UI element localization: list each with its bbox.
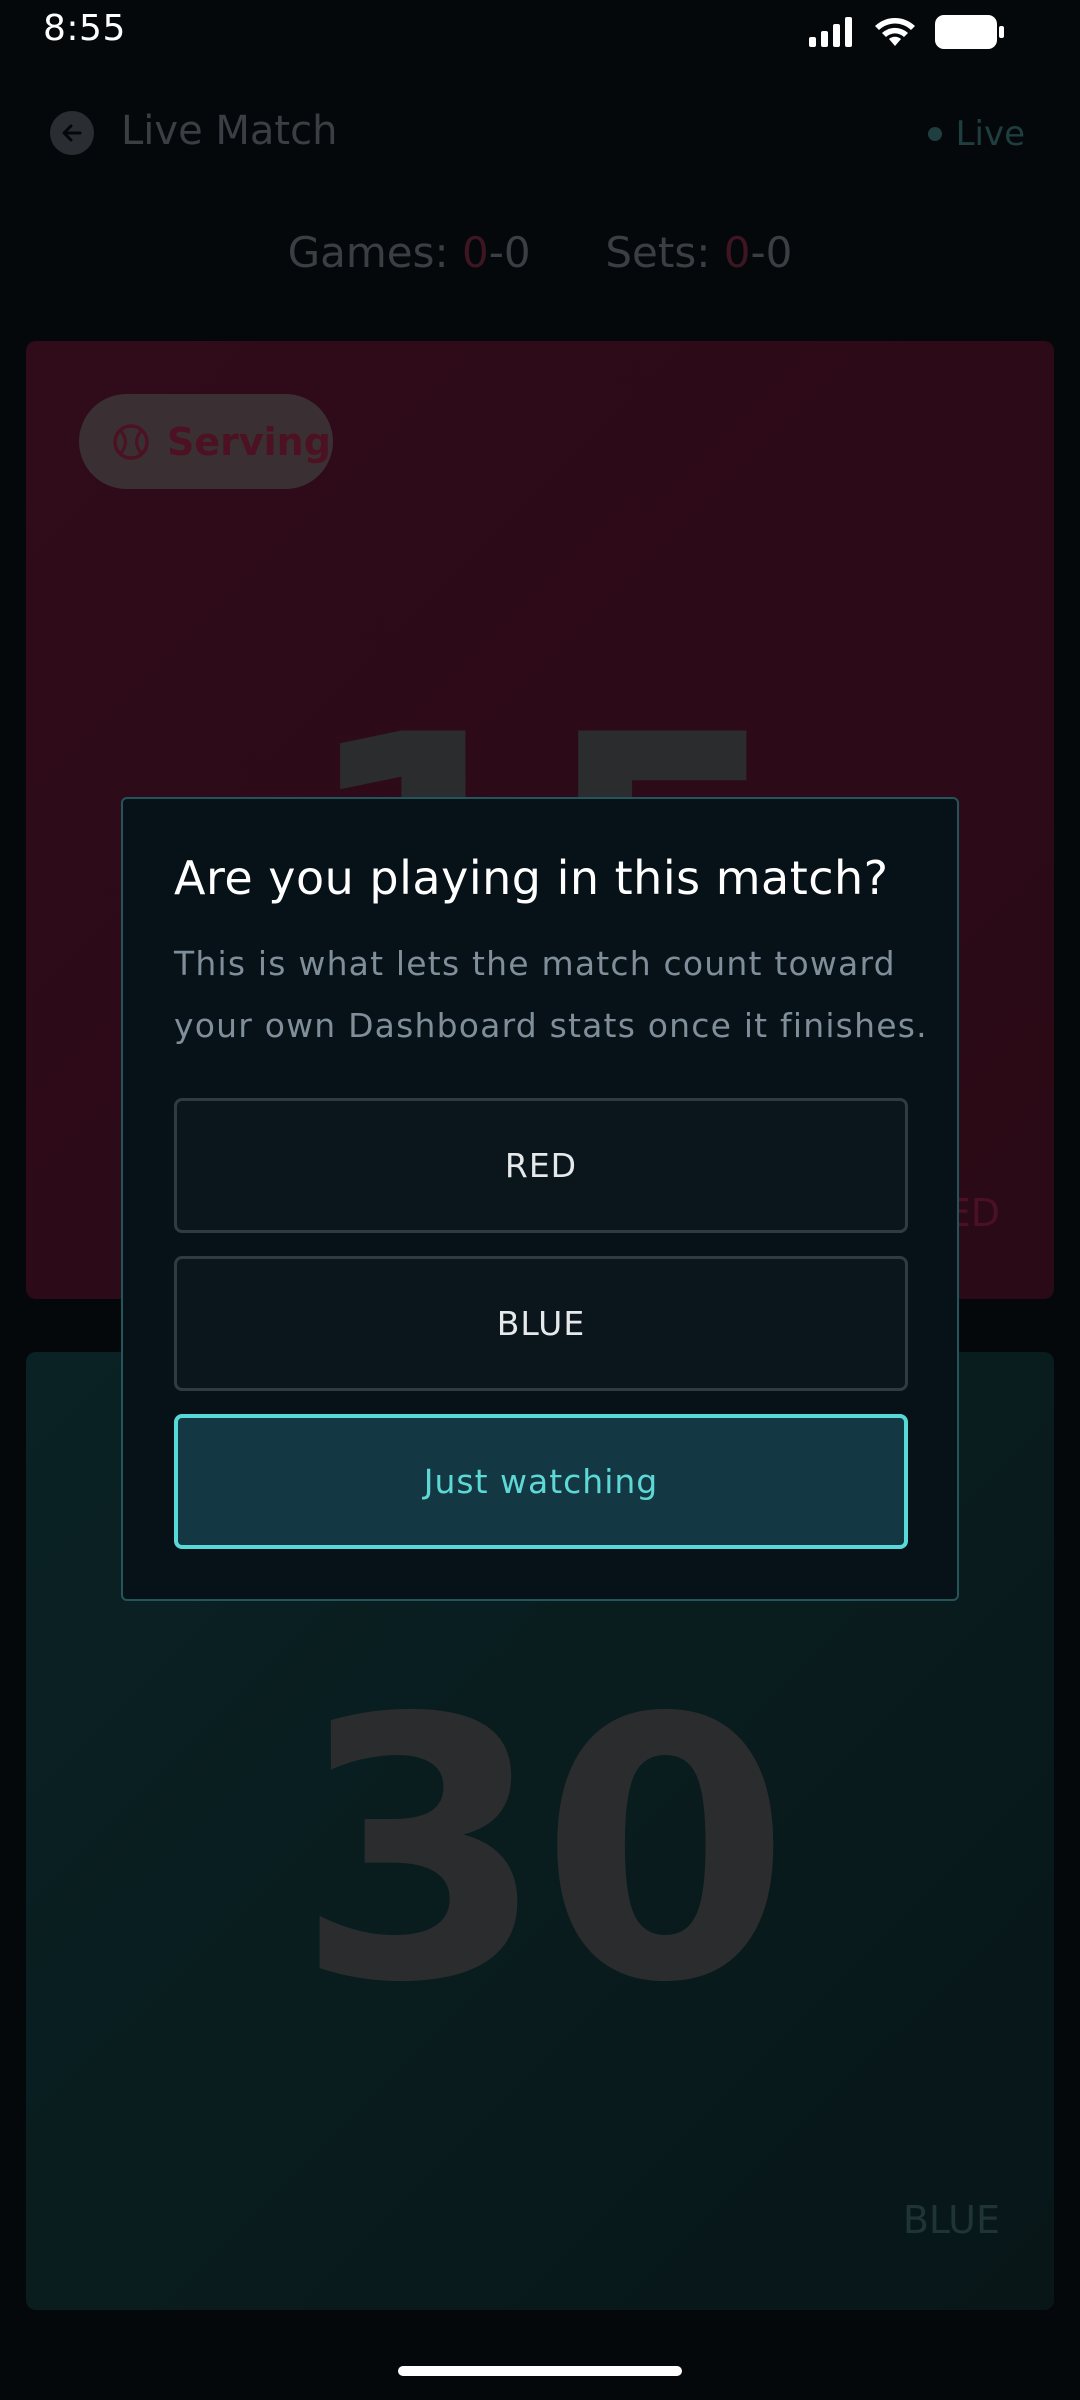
games-label: Games: — [287, 228, 449, 277]
tennis-ball-icon — [113, 423, 149, 460]
dialog-body: This is what lets the match count toward… — [174, 944, 928, 1045]
live-label: Live — [955, 114, 1025, 154]
games-blue: -0 — [488, 228, 531, 277]
blue-option-button[interactable]: BLUE — [174, 1256, 908, 1391]
serving-badge: Serving — [79, 394, 333, 489]
red-option-button[interactable]: RED — [174, 1098, 908, 1233]
blue-team-tag: BLUE — [902, 2198, 1000, 2242]
back-button[interactable] — [50, 111, 94, 155]
page-title: Live Match — [121, 108, 338, 154]
dialog-title: Are you playing in this match? — [174, 851, 889, 905]
sets-label: Sets: — [605, 228, 711, 277]
serving-label: Serving — [167, 419, 331, 464]
just-watching-button[interactable]: Just watching — [174, 1414, 908, 1549]
sets-blue: -0 — [750, 228, 793, 277]
blue-point-score: 30 — [295, 1642, 791, 2061]
arrow-left-icon — [62, 124, 82, 142]
scoreline: Games: 0-0 Sets: 0-0 — [0, 228, 1080, 277]
live-indicator: Live — [927, 114, 1025, 154]
sets-red: 0 — [723, 228, 751, 277]
app-header: Live Match Live — [0, 100, 1080, 164]
live-dot-icon — [927, 127, 942, 141]
games-red: 0 — [462, 228, 489, 277]
player-role-dialog: Are you playing in this match? This is w… — [121, 797, 959, 1601]
home-indicator[interactable] — [398, 2366, 682, 2376]
